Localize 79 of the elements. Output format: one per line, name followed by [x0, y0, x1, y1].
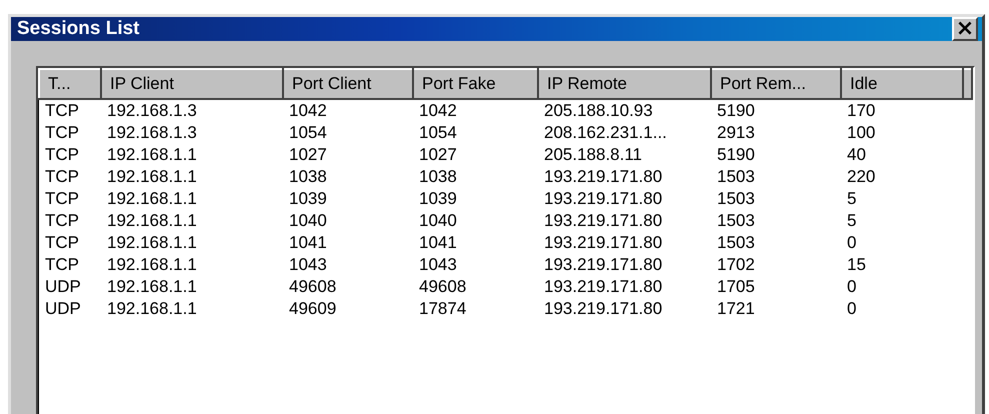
- window-title: Sessions List: [17, 18, 140, 40]
- table-cell-text: 1503: [716, 188, 756, 210]
- table-cell-text: 49608: [288, 276, 338, 298]
- table-cell-text: 17874: [418, 298, 468, 320]
- table-cell-text: TCP: [44, 166, 80, 188]
- table-cell-text: 1705: [716, 276, 756, 298]
- table-cell-text: 192.168.1.1: [106, 144, 198, 166]
- table-cell-text: 192.168.1.1: [106, 276, 198, 298]
- table-cell-text: 1039: [288, 188, 328, 210]
- table-cell-text: 192.168.1.1: [106, 298, 198, 320]
- table-cell-text: TCP: [44, 254, 80, 276]
- table-cell-text: TCP: [44, 188, 80, 210]
- table-cell-text: 5190: [716, 144, 756, 166]
- table-cell-text: 193.219.171.80: [543, 210, 664, 232]
- table-cell-text: TCP: [44, 144, 80, 166]
- table-cell-text: 1054: [418, 122, 458, 144]
- column-header[interactable]: Port Fake: [413, 69, 538, 99]
- table-cell-text: 1702: [716, 254, 756, 276]
- table-cell-text: 205.188.8.11: [543, 144, 643, 166]
- table-cell-text: 193.219.171.80: [543, 232, 664, 254]
- table-cell-text: 49609: [288, 298, 338, 320]
- table-cell-text: 1503: [716, 232, 756, 254]
- table-cell: 1042: [283, 99, 413, 122]
- table-cell-text: 0: [846, 298, 858, 320]
- table-cell-text: 192.168.1.1: [106, 210, 198, 232]
- table-cell-text: 1043: [418, 254, 458, 276]
- column-header[interactable]: Port Client: [283, 69, 413, 99]
- table-cell: 1042: [413, 99, 538, 122]
- table-cell-text: UDP: [44, 298, 82, 320]
- table-cell-text: 193.219.171.80: [543, 188, 664, 210]
- table-cell-text: UDP: [44, 276, 82, 298]
- table-cell-text: 193.219.171.80: [543, 298, 664, 320]
- close-button[interactable]: ×: [952, 17, 978, 41]
- table-cell-text: 1038: [418, 166, 458, 188]
- table-cell-text: 5: [846, 188, 858, 210]
- table-cell-text: 193.219.171.80: [543, 166, 664, 188]
- table-cell-text: 192.168.1.1: [106, 254, 198, 276]
- table-cell-text: 192.168.1.1: [106, 166, 198, 188]
- table-cell-text: 0: [846, 232, 858, 254]
- table-cell-text: 1721: [716, 298, 756, 320]
- table-cell-text: 1038: [288, 166, 328, 188]
- table-cell-text: 1040: [288, 210, 328, 232]
- table-cell-text: 192.168.1.1: [106, 188, 198, 210]
- table-cell-text: 1041: [418, 232, 458, 254]
- table-cell-text: 100: [846, 122, 876, 144]
- table-cell-text: 1503: [716, 166, 756, 188]
- table-cell-text: 15: [846, 254, 867, 276]
- table-cell-text: 193.219.171.80: [543, 254, 664, 276]
- table-cell-text: 49608: [418, 276, 468, 298]
- column-header[interactable]: IP Remote: [538, 69, 711, 99]
- table-cell-text: 1040: [418, 210, 458, 232]
- table-cell-text: 1039: [418, 188, 458, 210]
- column-header[interactable]: Idle: [841, 69, 963, 99]
- column-header[interactable]: IP Client: [101, 69, 283, 99]
- table-cell: 5190: [711, 99, 841, 122]
- column-header[interactable]: T...: [39, 69, 101, 99]
- table-cell-text: 1027: [288, 144, 328, 166]
- table-cell-text: 0: [846, 276, 858, 298]
- table-cell-text: 220: [846, 166, 876, 188]
- table-cell: TCP: [39, 99, 101, 122]
- table-cell-text: 1043: [288, 254, 328, 276]
- table-cell-text: TCP: [44, 210, 80, 232]
- table-cell-text: 1054: [288, 122, 328, 144]
- table-cell-text: 1027: [418, 144, 458, 166]
- table-cell-text: 5: [846, 210, 858, 232]
- table-cell-text: 193.219.171.80: [543, 276, 664, 298]
- table-cell-text: 192.168.1.1: [106, 232, 198, 254]
- table-cell-text: 192.168.1.3: [106, 122, 198, 144]
- table-cell: 192.168.1.3: [101, 99, 283, 122]
- table-cell-text: TCP: [44, 232, 80, 254]
- table-cell: 205.188.10.93: [538, 99, 711, 122]
- column-header[interactable]: Port Rem...: [711, 69, 841, 99]
- table-cell-text: 40: [846, 144, 867, 166]
- table-cell-text: TCP: [44, 122, 80, 144]
- table-cell-text: 2913: [716, 122, 756, 144]
- table-cell: 170: [841, 99, 963, 122]
- table-cell-text: 1503: [716, 210, 756, 232]
- table-cell-text: 1041: [288, 232, 328, 254]
- table-cell-text: 208.162.231.1...: [543, 122, 668, 144]
